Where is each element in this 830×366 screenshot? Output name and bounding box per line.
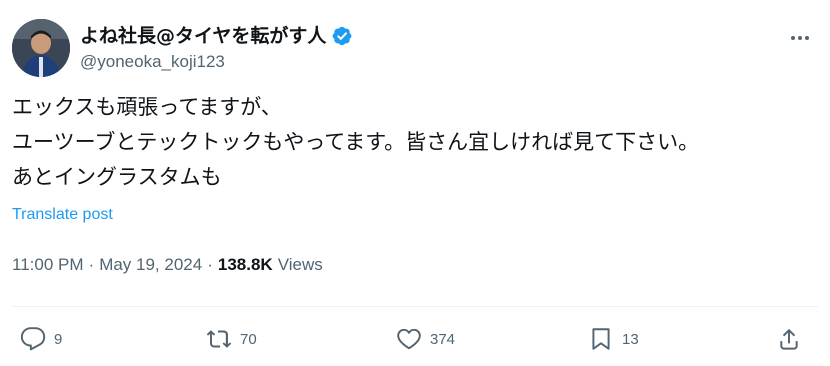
translate-post-link[interactable]: Translate post	[12, 206, 113, 224]
post-time[interactable]: 11:00 PM	[12, 255, 84, 275]
views-count: 138.8K	[217, 255, 273, 274]
post-date[interactable]: May 19, 2024	[99, 255, 202, 275]
bookmark-icon	[592, 328, 610, 350]
separator: ·	[207, 255, 213, 274]
repost-button[interactable]: 70	[206, 326, 257, 352]
like-count: 374	[430, 330, 456, 348]
views-label: Views	[277, 255, 323, 274]
more-options-icon[interactable]	[788, 26, 812, 50]
post-line: エックスも頑張ってますが、	[12, 95, 282, 119]
author-handle[interactable]: @yoneoka_koji123	[80, 52, 225, 72]
post-metadata: 11:00 PM · May 19, 2024 · 138.8K Views	[12, 255, 323, 275]
reply-button[interactable]: 9	[20, 326, 62, 352]
verified-badge-icon[interactable]	[331, 25, 353, 47]
divider	[12, 306, 818, 307]
author-display-name[interactable]: よね社長@タイヤを転がす人	[80, 22, 326, 50]
share-icon	[780, 328, 798, 350]
share-button[interactable]	[776, 326, 802, 352]
reply-count: 9	[54, 330, 63, 348]
reply-icon	[20, 327, 46, 351]
bookmark-button[interactable]: 13	[588, 326, 639, 352]
post-line: あとイングラスタムも	[12, 165, 222, 189]
bookmark-count: 13	[622, 330, 639, 348]
post-line: ユーツーブとテックトックもやってます。皆さん宜しければ見て下さい。	[12, 130, 700, 154]
repost-count: 70	[240, 330, 257, 348]
post-text: エックスも頑張ってますが、 ユーツーブとテックトックもやってます。皆さん宜しけれ…	[12, 90, 812, 195]
heart-icon	[397, 328, 421, 350]
action-bar: 9 70 374 13	[0, 322, 830, 358]
author-name-row: よね社長@タイヤを転がす人	[80, 22, 353, 50]
like-button[interactable]: 374	[396, 326, 455, 352]
separator: ·	[88, 255, 95, 274]
avatar[interactable]	[12, 19, 70, 77]
repost-icon	[206, 330, 232, 348]
